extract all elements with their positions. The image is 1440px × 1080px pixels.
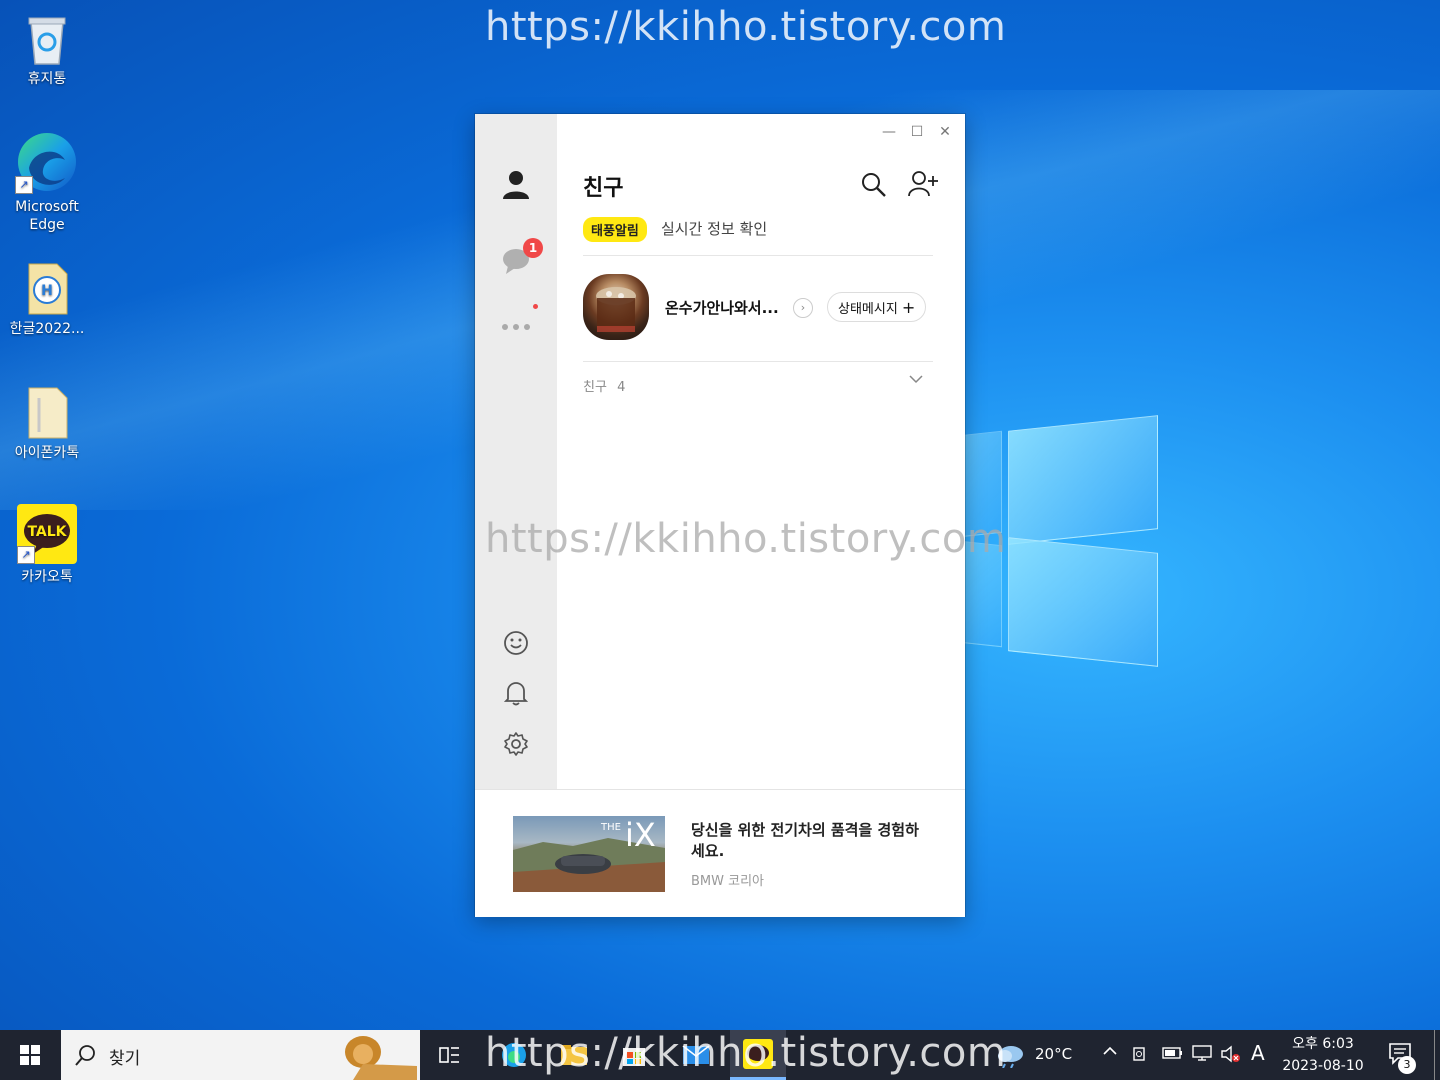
- camera-tray-icon[interactable]: [1132, 1044, 1150, 1068]
- clock-time: 오후 6:03: [1292, 1036, 1354, 1052]
- clock-date: 2023-08-10: [1282, 1058, 1364, 1074]
- ad-image: THE iX: [513, 816, 665, 892]
- task-view-button[interactable]: [422, 1030, 478, 1080]
- kakaotalk-window: 1 — ☐ ✕ 친구 태풍알림 실시간 정보 확인 온수가안나와서... › 상…: [475, 114, 965, 917]
- sidebar-emoticon-button[interactable]: [497, 624, 535, 662]
- sidebar-settings-button[interactable]: [497, 725, 535, 763]
- shortcut-arrow-icon: ↗: [17, 546, 35, 564]
- svg-text:H: H: [41, 283, 53, 299]
- bell-icon: [504, 682, 528, 706]
- desktop-icon-recycle-bin[interactable]: 휴지통: [2, 10, 92, 88]
- taskbar-clock[interactable]: 오후 6:03 2023-08-10: [1278, 1033, 1368, 1077]
- status-message-label: 상태메시지: [838, 301, 898, 317]
- smiley-icon: [504, 631, 528, 655]
- task-view-icon: [439, 1047, 459, 1063]
- add-friend-icon: [908, 171, 938, 197]
- desktop-icon-label: Microsoft Edge: [15, 199, 79, 233]
- show-desktop-button[interactable]: [1434, 1030, 1435, 1080]
- desktop-icon-label: 휴지통: [27, 71, 67, 87]
- typhoon-alert-tag[interactable]: 태풍알림: [583, 217, 647, 242]
- profile-chevron-icon[interactable]: ›: [793, 298, 813, 318]
- watermark-text: https://kkihho.tistory.com: [485, 516, 1007, 562]
- search-button[interactable]: [859, 170, 889, 200]
- ad-source: BMW 코리아: [691, 874, 765, 889]
- search-placeholder: 찾기: [109, 1049, 141, 1069]
- ad-title: 당신을 위한 전기차의 품격을 경험하세요.: [691, 821, 919, 860]
- divider: [583, 255, 933, 256]
- shortcut-arrow-icon: ↗: [15, 176, 33, 194]
- profile-name[interactable]: 온수가안나와서...: [665, 297, 779, 318]
- status-message-button[interactable]: 상태메시지 +: [827, 292, 927, 322]
- desktop-icon-label: 한글2022...: [9, 321, 85, 337]
- divider: [583, 361, 933, 362]
- gear-icon: [504, 732, 528, 756]
- desktop-icon-label: 아이폰카톡: [14, 445, 80, 461]
- ad-image-text: iX: [625, 816, 656, 854]
- more-dots-icon: [502, 324, 530, 330]
- sidebar-notification-button[interactable]: [497, 674, 535, 712]
- friends-panel: 친구 태풍알림 실시간 정보 확인 온수가안나와서... › 상태메시지 + 친…: [557, 114, 965, 789]
- volume-muted-icon[interactable]: [1220, 1044, 1242, 1068]
- profile-avatar[interactable]: [583, 274, 649, 340]
- coffee-photo: [596, 287, 636, 332]
- search-icon: [75, 1045, 95, 1066]
- taskbar-search-box[interactable]: 찾기: [61, 1030, 420, 1080]
- start-button[interactable]: [0, 1030, 60, 1080]
- action-center-button[interactable]: 3: [1388, 1042, 1416, 1074]
- typhoon-alert-text[interactable]: 실시간 정보 확인: [661, 218, 767, 239]
- friends-section-label: 친구: [583, 380, 607, 395]
- sidebar-more-button[interactable]: [497, 308, 535, 346]
- notification-count: 3: [1398, 1056, 1416, 1074]
- weather-temperature[interactable]: 20°C: [1035, 1045, 1072, 1063]
- chat-unread-badge: 1: [523, 238, 543, 258]
- watermark-text: https://kkihho.tistory.com: [485, 1030, 1007, 1076]
- desktop-icon-edge[interactable]: ↗ Microsoft Edge: [2, 130, 92, 234]
- desktop-icon-label: 카카오톡: [21, 569, 73, 585]
- sidebar: 1: [475, 114, 557, 789]
- desktop-icon-kakaotalk[interactable]: TALK ↗ 카카오톡: [2, 504, 92, 586]
- page-title: 친구: [583, 176, 624, 201]
- ime-indicator[interactable]: A: [1251, 1041, 1265, 1065]
- watermark-text: https://kkihho.tistory.com: [485, 4, 1007, 50]
- svg-text:TALK: TALK: [27, 524, 67, 540]
- edge-icon: ↗: [15, 130, 79, 194]
- chevron-down-icon[interactable]: [909, 372, 923, 388]
- ad-image-small-text: THE: [601, 822, 621, 833]
- lion-search-highlight-icon: [345, 1036, 417, 1080]
- ad-banner[interactable]: THE iX 당신을 위한 전기차의 품격을 경험하세요. BMW 코리아: [475, 789, 965, 917]
- sidebar-friends-button[interactable]: [497, 166, 535, 204]
- desktop-icon-hangul[interactable]: H 한글2022...: [2, 260, 92, 338]
- search-icon: [862, 173, 886, 197]
- battery-icon[interactable]: [1162, 1046, 1184, 1064]
- plus-icon: +: [901, 297, 916, 317]
- folder-icon: [19, 384, 75, 440]
- more-new-dot: [533, 304, 538, 309]
- desktop-icon-iphone-katok[interactable]: 아이폰카톡: [2, 384, 92, 462]
- add-friend-button[interactable]: [907, 170, 938, 200]
- hangul-file-icon: H: [19, 260, 75, 316]
- windows-start-icon: [20, 1045, 40, 1065]
- network-icon[interactable]: [1192, 1044, 1214, 1068]
- friends-count: 4: [617, 380, 626, 395]
- recycle-bin-icon: [19, 10, 75, 66]
- chevron-up-icon[interactable]: [1102, 1043, 1118, 1063]
- person-icon: [503, 171, 529, 199]
- friends-section-header[interactable]: 친구 4: [583, 376, 625, 395]
- kakaotalk-icon: TALK ↗: [17, 504, 77, 564]
